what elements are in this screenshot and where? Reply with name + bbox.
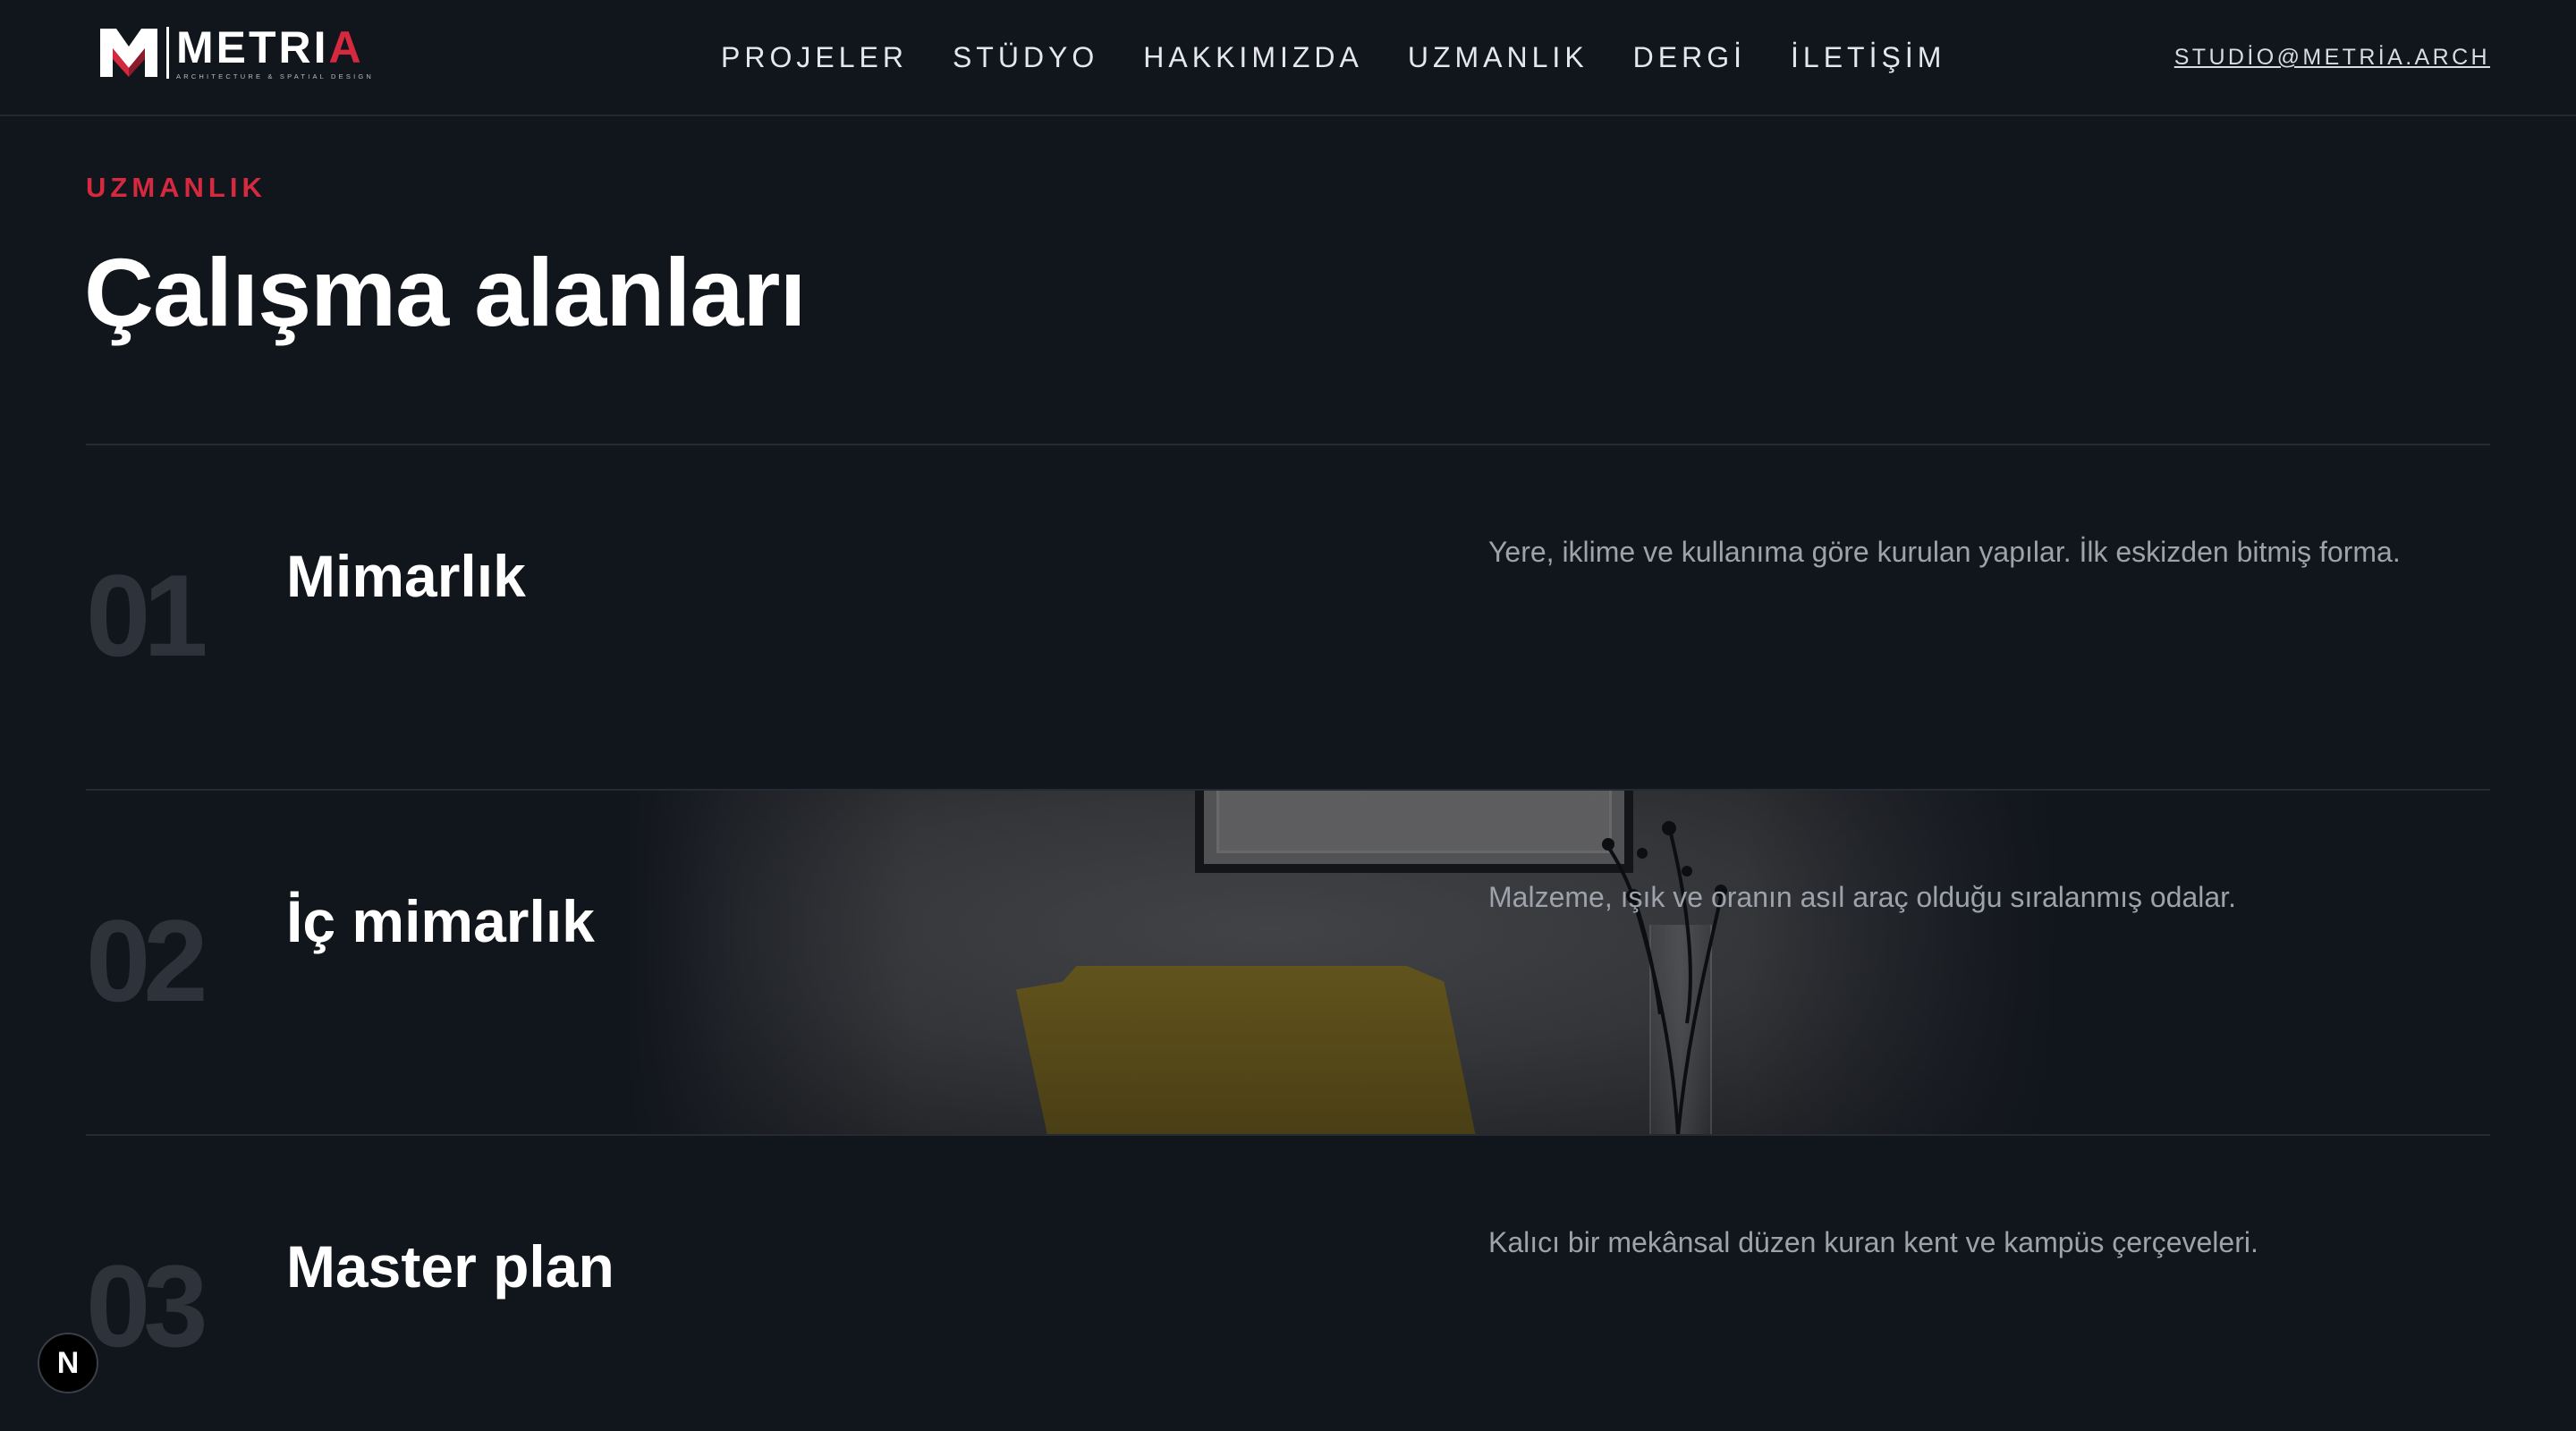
service-row-master-plan[interactable]: 03 Master plan Kalıcı bir mekânsal düzen…: [86, 1134, 2490, 1431]
service-description: Yere, iklime ve kullanıma göre kurulan y…: [1488, 536, 2401, 568]
logo-wordmark: METRIA ARCHITECTURE & SPATIAL DESIGN: [176, 21, 375, 80]
logo-tagline: ARCHITECTURE & SPATIAL DESIGN: [176, 72, 375, 80]
logo-name: METRIA: [176, 21, 364, 72]
main-nav: PROJELER STÜDYO HAKKIMIZDA UZMANLIK DERG…: [721, 39, 1945, 75]
nav-item-projeler[interactable]: PROJELER: [721, 39, 908, 75]
service-title: Master plan: [286, 1233, 614, 1300]
service-hover-image: [623, 791, 2063, 1134]
service-title: İç mimarlık: [286, 888, 595, 954]
contact-email-link[interactable]: STUDİO@METRİA.ARCH: [2174, 43, 2490, 72]
nextjs-icon: N: [56, 1345, 80, 1380]
service-number: 02: [86, 895, 208, 1026]
services-list: 01 Mimarlık Yere, iklime ve kullanıma gö…: [86, 444, 2490, 1431]
logo-m-mark-icon: [100, 29, 157, 77]
service-row-mimarlik[interactable]: 01 Mimarlık Yere, iklime ve kullanıma gö…: [86, 444, 2490, 789]
service-row-ic-mimarlik[interactable]: 02 İç mimarlık Malzeme, ışık ve oranın a…: [86, 789, 2490, 1134]
photo-edge-fade: [623, 791, 2063, 1134]
service-number: 01: [86, 550, 208, 681]
section-title: Çalışma alanları: [84, 238, 806, 346]
brand-logo[interactable]: METRIA ARCHITECTURE & SPATIAL DESIGN: [97, 23, 374, 82]
service-number: 03: [86, 1240, 208, 1371]
nav-item-iletisim[interactable]: İLETİŞİM: [1791, 39, 1945, 75]
nav-item-hakkimizda[interactable]: HAKKIMIZDA: [1143, 39, 1363, 75]
service-description: Malzeme, ışık ve oranın asıl araç olduğu…: [1488, 881, 2236, 913]
top-navigation-bar: METRIA ARCHITECTURE & SPATIAL DESIGN PRO…: [0, 0, 2576, 116]
nav-item-uzmanlik[interactable]: UZMANLIK: [1408, 39, 1589, 75]
nav-item-studyo[interactable]: STÜDYO: [953, 39, 1098, 75]
section-eyebrow: UZMANLIK: [86, 172, 267, 203]
nav-item-dergi[interactable]: DERGİ: [1633, 39, 1746, 75]
service-description: Kalıcı bir mekânsal düzen kuran kent ve …: [1488, 1226, 2258, 1258]
logo-divider: [166, 27, 169, 79]
service-title: Mimarlık: [286, 543, 526, 609]
